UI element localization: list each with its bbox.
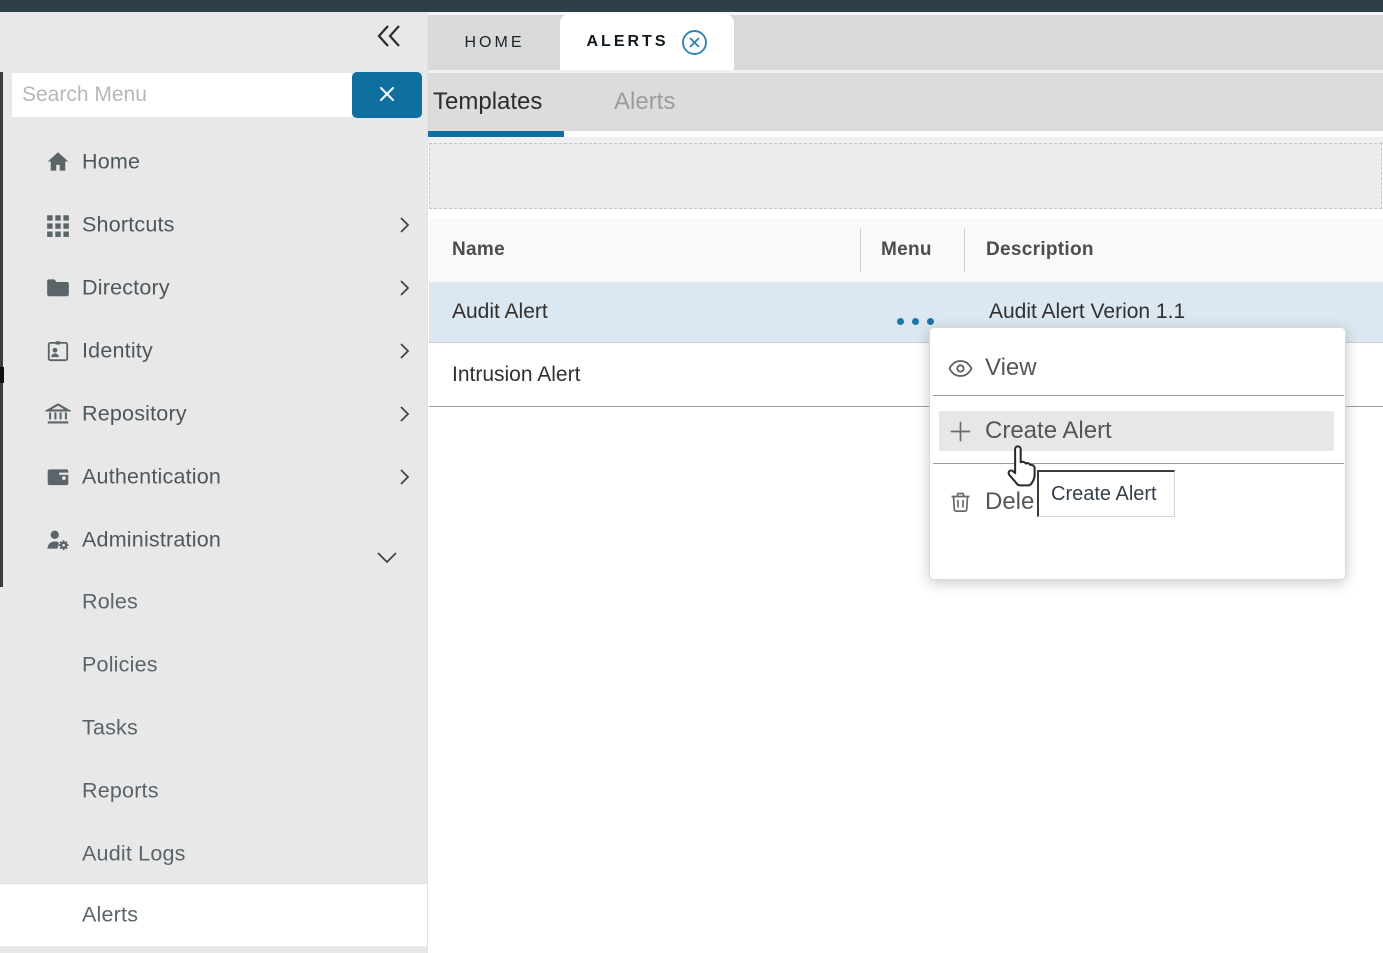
bank-icon	[45, 401, 71, 427]
id-card-icon	[45, 338, 71, 364]
sidebar-subitem-label: Audit Logs	[82, 841, 186, 866]
tab-home[interactable]: HOME	[438, 15, 551, 70]
sidebar-item-roles[interactable]: Roles	[0, 570, 427, 633]
dot-icon	[897, 318, 904, 325]
column-divider	[964, 228, 965, 272]
empty-toolbar-dropzone	[429, 143, 1382, 209]
row-menu-ellipsis[interactable]	[897, 318, 934, 325]
menu-item-create-alert[interactable]: Create Alert	[939, 411, 1334, 451]
grid-icon	[45, 212, 71, 238]
sidebar-subitem-label: Tasks	[82, 715, 138, 740]
sidebar-collapse-button[interactable]	[370, 20, 410, 56]
search-input[interactable]	[12, 73, 352, 117]
trash-icon	[947, 489, 974, 516]
chevron-right-icon	[394, 278, 414, 298]
row-name-cell: Intrusion Alert	[452, 363, 580, 387]
sidebar-subitem-label: Roles	[82, 589, 138, 614]
sidebar-item-label: Shortcuts	[82, 212, 175, 237]
sidebar-item-label: Repository	[82, 401, 187, 426]
sidebar-item-label: Authentication	[82, 464, 221, 489]
sidebar: Home Shortcuts Directory	[0, 12, 427, 953]
main-content: HOME ALERTS Templates Alerts Name Menu D…	[427, 12, 1383, 953]
column-header-name: Name	[452, 218, 505, 282]
sidebar-item-tasks[interactable]: Tasks	[0, 696, 427, 759]
home-icon	[45, 149, 71, 175]
dot-icon	[912, 318, 919, 325]
sidebar-item-shortcuts[interactable]: Shortcuts	[0, 193, 427, 256]
app-window: Home Shortcuts Directory	[0, 0, 1383, 953]
folder-icon	[45, 275, 71, 301]
sidebar-item-label: Directory	[82, 275, 170, 300]
column-divider	[860, 228, 861, 272]
sidebar-item-policies[interactable]: Policies	[0, 633, 427, 696]
tab-label: HOME	[465, 34, 525, 52]
chevron-right-icon	[394, 341, 414, 361]
tab-alerts[interactable]: ALERTS	[560, 14, 734, 70]
create-alert-tooltip: Create Alert	[1037, 470, 1175, 517]
menu-item-label: Create Alert	[985, 417, 1112, 445]
sidebar-subitem-label: Alerts	[82, 903, 138, 928]
menu-divider	[933, 463, 1344, 464]
sidebar-subitem-label: Reports	[82, 778, 159, 803]
sidebar-item-administration[interactable]: Administration	[0, 508, 427, 571]
user-gear-icon	[45, 527, 71, 553]
subtab-templates[interactable]: Templates	[433, 73, 542, 131]
table-header-row: Name Menu Description	[429, 218, 1383, 282]
dot-icon	[927, 318, 934, 325]
subtab-alerts[interactable]: Alerts	[614, 73, 675, 131]
chevron-down-icon	[374, 546, 400, 568]
eye-icon	[947, 355, 974, 382]
left-scrollbar-track[interactable]	[0, 72, 3, 587]
sidebar-item-home[interactable]: Home	[0, 130, 427, 193]
wallet-icon	[45, 464, 71, 490]
row-description-cell: Audit Alert Verion 1.1	[989, 300, 1185, 324]
plus-icon	[947, 418, 974, 445]
menu-item-label: View	[985, 354, 1037, 382]
top-title-bar	[0, 0, 1383, 12]
subtab-label: Templates	[433, 88, 542, 116]
subtab-label: Alerts	[614, 88, 675, 116]
sidebar-subitem-label: Policies	[82, 652, 158, 677]
search-clear-button[interactable]	[352, 72, 422, 118]
chevron-right-icon	[394, 467, 414, 487]
row-context-menu: View Create Alert D	[929, 327, 1346, 580]
menu-item-label: Dele	[985, 488, 1034, 516]
chevron-right-icon	[394, 215, 414, 235]
sidebar-item-authentication[interactable]: Authentication	[0, 445, 427, 508]
column-header-description: Description	[986, 218, 1094, 282]
column-header-menu: Menu	[881, 218, 932, 282]
chevron-right-icon	[394, 404, 414, 424]
sidebar-search	[12, 72, 422, 118]
sidebar-item-repository[interactable]: Repository	[0, 382, 427, 445]
close-icon	[377, 84, 397, 107]
subtab-bar	[428, 73, 1383, 131]
tooltip-text: Create Alert	[1051, 483, 1157, 506]
sidebar-item-directory[interactable]: Directory	[0, 256, 427, 319]
sidebar-item-reports[interactable]: Reports	[0, 759, 427, 822]
left-scrollbar-thumb[interactable]	[0, 367, 4, 383]
sidebar-item-alerts[interactable]: Alerts	[0, 883, 427, 946]
sidebar-item-label: Identity	[82, 338, 153, 363]
tab-close-icon[interactable]	[681, 29, 708, 56]
double-chevron-left-icon	[374, 21, 406, 56]
menu-item-view[interactable]: View	[930, 342, 1345, 394]
row-name-cell: Audit Alert	[452, 300, 548, 324]
sidebar-item-label: Home	[82, 149, 140, 174]
sidebar-item-audit-logs[interactable]: Audit Logs	[0, 822, 427, 885]
menu-divider	[933, 395, 1344, 396]
sidebar-item-label: Administration	[82, 527, 221, 552]
tab-label: ALERTS	[587, 33, 669, 51]
sidebar-item-identity[interactable]: Identity	[0, 319, 427, 382]
